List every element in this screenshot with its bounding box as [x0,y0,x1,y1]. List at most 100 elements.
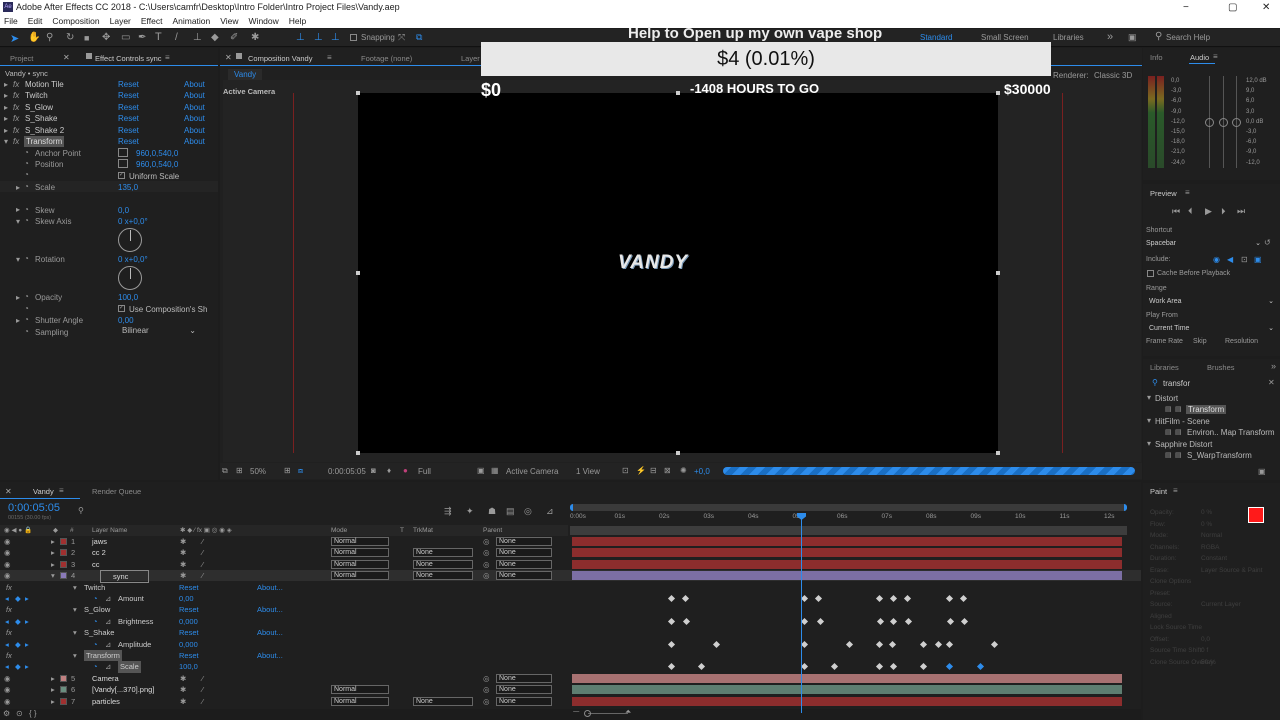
effect-name[interactable]: S_Shake [84,627,114,638]
layer-duration-bar[interactable] [572,673,1122,683]
mode-dropdown[interactable]: Normal [331,696,389,706]
quality-switch-icon[interactable]: ⁄ [202,696,203,707]
snapping-checkbox[interactable] [350,34,357,41]
trkmat-dropdown[interactable]: None [413,571,473,581]
layer-row[interactable]: ◉ ▸ 2 cc 2 ✱ ⁄ Normal None ◎ None [0,547,1141,558]
pick-whip-icon[interactable]: ◎ [483,673,490,684]
tab-effect-controls[interactable]: Effect Controls sync [95,54,162,63]
next-keyframe-icon[interactable]: ▸ [25,661,29,672]
layer-row[interactable]: ◉ ▸ 5 Camera ✱ ⁄ ◎ None [0,673,1141,684]
play-icon[interactable]: ▶ [1205,206,1212,217]
keyframe[interactable] [990,640,999,648]
layer-name[interactable]: Camera [92,673,119,684]
next-keyframe-icon[interactable]: ▸ [25,593,29,604]
effect-twitch[interactable]: ▸ fx Twitch Reset About [0,90,218,101]
keyframe[interactable] [919,640,928,648]
reset-button[interactable]: Reset [118,79,139,90]
axis-view-icon[interactable]: ⊥ [331,32,340,43]
keyframe[interactable] [681,594,690,603]
pick-whip-icon[interactable]: ◎ [483,547,490,558]
layer-row[interactable]: ◉ ▸ 6 [Vandy[...370].png] ✱ ⁄ Normal ◎ None [0,684,1141,695]
visibility-icon[interactable]: ◉ [4,547,11,558]
close-tab-icon[interactable]: ✕ [225,53,232,62]
grid-icon[interactable]: ⊞ [284,466,291,475]
panel-menu-icon[interactable]: ≡ [59,486,64,495]
paint-setting-value[interactable] [1201,576,1262,588]
expand-layer-icon[interactable]: ▸ [51,684,55,695]
keyframe[interactable] [888,640,897,648]
parent-dropdown[interactable]: None [496,537,552,546]
expand-layer-icon[interactable]: ▸ [51,696,55,707]
paint-setting-value[interactable]: 0 % [1201,519,1262,531]
pen-tool-icon[interactable]: ✒ [138,32,146,43]
pan-behind-tool-icon[interactable]: ✥ [102,32,110,43]
stopwatch-icon[interactable]: ◔ [24,216,29,225]
tab-info[interactable]: Info [1150,53,1163,62]
layer-duration-bar[interactable] [572,537,1122,546]
keyframe[interactable] [830,663,839,671]
layer-name[interactable]: [Vandy[...370].png] [92,684,154,695]
time-ruler[interactable]: 0:00s01s02s03s04s05s06s07s08s09s10s11s12… [570,513,1127,525]
zoom-dropdown[interactable]: 50% [250,467,266,476]
parent-dropdown[interactable]: None [496,559,552,569]
about-button[interactable]: About... [257,582,283,593]
parent-dropdown[interactable]: None [496,696,552,706]
keyframe[interactable] [800,663,809,671]
comp-canvas[interactable]: VANDY [356,91,1000,455]
mode-dropdown[interactable]: Normal [331,559,389,569]
pick-whip-icon[interactable]: ◎ [483,536,490,547]
keyframe[interactable] [946,617,955,625]
search-icon[interactable]: ⚲ [78,506,84,515]
panel-menu-icon[interactable]: ≡ [165,53,170,62]
tab-footage[interactable]: Footage (none) [361,54,412,63]
reset-button[interactable]: Reset [118,136,139,147]
first-frame-icon[interactable]: ⏮ [1172,206,1180,217]
renderer-value[interactable]: Classic 3D [1094,71,1132,80]
stopwatch-icon[interactable]: ◔ [24,292,29,301]
next-keyframe-icon[interactable]: ▸ [25,639,29,650]
comp-mini-flowchart-icon[interactable]: ⇶ [444,506,452,517]
axis-world-icon[interactable]: ⊥ [314,32,323,43]
stopwatch-icon[interactable]: ◔ [24,182,29,191]
pick-whip-icon[interactable]: ◎ [483,684,490,695]
label-color[interactable] [60,572,67,580]
prev-keyframe-icon[interactable]: ◂ [5,661,9,672]
scale-value[interactable]: 135,0 [118,183,138,192]
keyframe[interactable] [976,663,985,671]
prev-keyframe-icon[interactable]: ◂ [5,593,9,604]
about-button[interactable]: About... [257,627,283,638]
eraser-tool-icon[interactable]: ◆ [211,32,219,43]
about-button[interactable]: About... [257,650,283,661]
group-sapphire-distort[interactable]: Sapphire Distort [1155,440,1212,449]
stopwatch-icon[interactable]: ◔ [93,661,98,672]
column-trkmat[interactable]: TrkMat [413,525,433,536]
shy-layers-icon[interactable]: ☗ [488,506,496,517]
workspace-standard[interactable]: Standard [920,33,952,42]
snapshot-icon[interactable]: ◙ [371,466,376,475]
rotate-tool-icon[interactable]: ↻ [66,32,74,43]
roto-brush-tool-icon[interactable]: ✐ [230,32,238,43]
shy-switch-icon[interactable]: ✱ [180,673,186,684]
sync-icon[interactable]: ▣ [1128,32,1137,43]
trkmat-dropdown[interactable]: None [413,696,473,706]
zoom-out-icon[interactable]: ⏤ [573,707,579,717]
opacity-value[interactable]: 100,0 [118,293,138,302]
visibility-icon[interactable]: ◉ [4,536,11,547]
label-color[interactable] [60,697,67,705]
label-color[interactable] [60,538,67,545]
crosshair-icon[interactable] [118,148,128,157]
keyframe[interactable] [800,617,809,625]
graph-icon[interactable]: ⊿ [105,661,111,672]
stopwatch-icon[interactable]: ◔ [93,593,98,604]
keyframe[interactable] [945,663,954,671]
column-t[interactable]: T [400,525,404,536]
about-button[interactable]: About [184,79,205,90]
keyframe[interactable] [712,640,721,648]
layer-duration-bar[interactable] [572,548,1122,558]
tab-project[interactable]: Project [10,54,33,63]
shortcut-dropdown[interactable]: Spacebar ⌄ [1146,239,1261,248]
stopwatch-icon[interactable]: ◔ [24,304,29,313]
tab-vandy[interactable]: Vandy [33,487,54,496]
fast-preview-icon[interactable]: ⚡ [636,466,646,475]
keyframe[interactable] [919,663,928,671]
